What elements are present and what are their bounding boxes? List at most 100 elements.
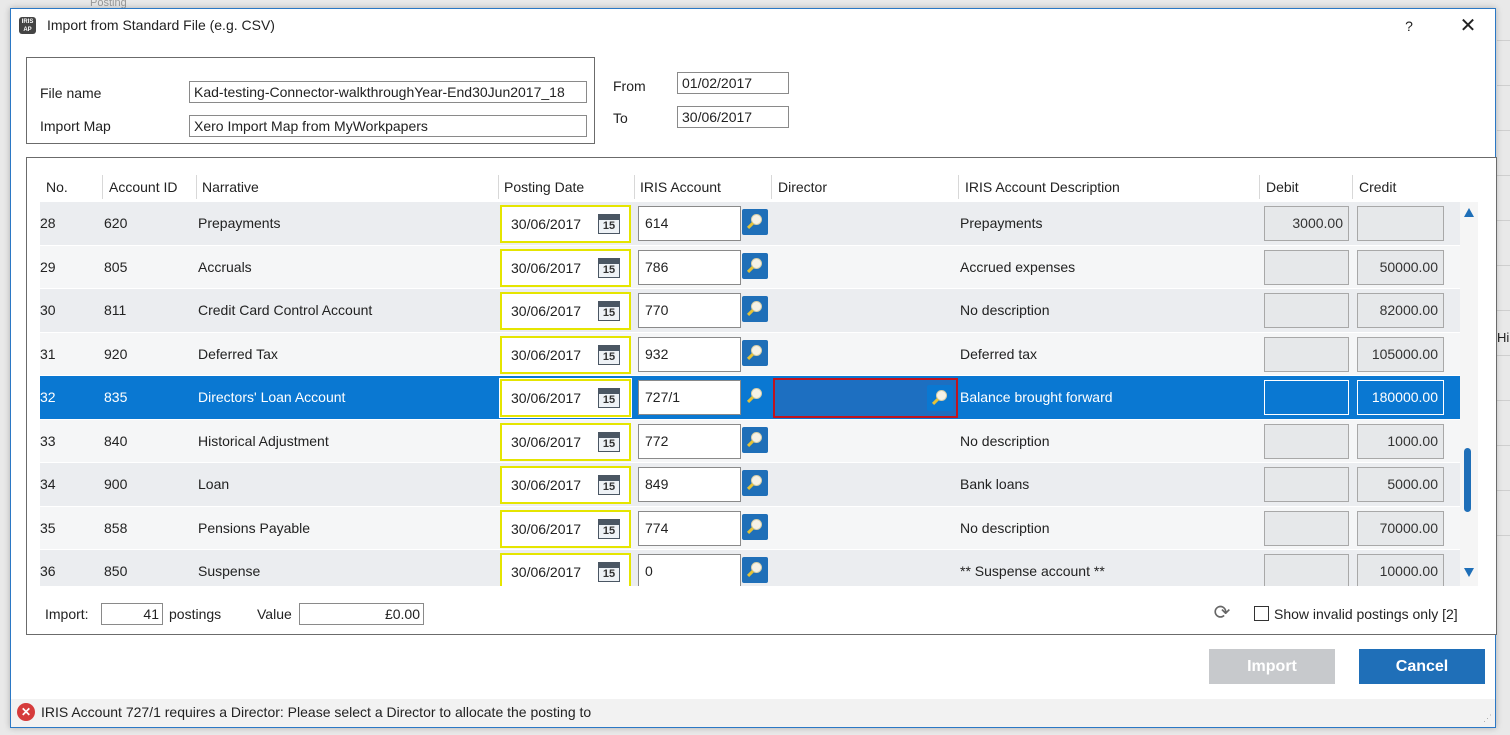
iris-account-field[interactable]: 772	[638, 423, 741, 459]
row-account-id: 858	[104, 519, 128, 536]
search-icon[interactable]	[742, 470, 768, 496]
row-account-id: 900	[104, 476, 128, 492]
row-account-id: 620	[104, 215, 128, 231]
debit-field[interactable]	[1264, 423, 1349, 459]
iris-account-field[interactable]: 849	[638, 467, 741, 502]
credit-field[interactable]: 10000.00	[1357, 554, 1444, 586]
debit-field[interactable]	[1264, 510, 1349, 546]
credit-field[interactable]	[1357, 206, 1444, 241]
posting-date-field[interactable]: 30/06/2017 15	[500, 292, 631, 330]
scroll-down-icon[interactable]	[1464, 568, 1474, 577]
import-button[interactable]: Import	[1209, 649, 1335, 684]
credit-field[interactable]: 50000.00	[1357, 249, 1444, 285]
row-account-id: 835	[104, 389, 128, 405]
table-row[interactable]: 34 900 Loan 30/06/2017 15 849 Bank loans …	[40, 463, 1460, 507]
iris-account-field[interactable]: 727/1	[638, 380, 741, 415]
table-row[interactable]: 28 620 Prepayments 30/06/2017 15 614 Prep…	[40, 202, 1460, 246]
calendar-icon[interactable]: 15	[598, 257, 620, 278]
credit-field[interactable]: 70000.00	[1357, 510, 1444, 546]
iris-account-field[interactable]: 774	[638, 510, 741, 546]
posting-date-field[interactable]: 30/06/2017 15	[500, 422, 631, 461]
close-button[interactable]: ✕	[1455, 13, 1481, 39]
row-no: 29	[40, 258, 56, 275]
table-row[interactable]: 29 805 Accruals 30/06/2017 15 786 Accrued…	[40, 245, 1460, 289]
col-iris-account-description[interactable]: IRIS Account Description	[965, 172, 1120, 202]
posting-date-field[interactable]: 30/06/2017 15	[500, 248, 631, 287]
credit-field[interactable]: 82000.00	[1357, 293, 1444, 328]
col-posting-date[interactable]: Posting Date	[504, 172, 584, 202]
iris-account-field[interactable]: 932	[638, 336, 741, 372]
file-details-box: File name Kad-testing-Connector-walkthro…	[26, 57, 595, 144]
debit-field[interactable]	[1264, 249, 1349, 285]
iris-account-field[interactable]: 770	[638, 293, 741, 328]
table-row[interactable]: 31 920 Deferred Tax 30/06/2017 15 932 Def…	[40, 332, 1460, 376]
col-iris-account[interactable]: IRIS Account	[640, 172, 721, 202]
credit-field[interactable]: 5000.00	[1357, 467, 1444, 502]
search-icon[interactable]	[742, 252, 768, 279]
calendar-icon[interactable]: 15	[598, 301, 620, 321]
refresh-icon[interactable]: ⟳	[1212, 603, 1232, 623]
calendar-icon[interactable]: 15	[598, 388, 620, 408]
table-row[interactable]: 35 858 Pensions Payable 30/06/2017 15 774…	[40, 506, 1460, 550]
col-narrative[interactable]: Narrative	[202, 172, 259, 202]
iris-account-field[interactable]: 786	[638, 249, 741, 285]
debit-field[interactable]	[1264, 336, 1349, 372]
search-icon[interactable]	[742, 557, 768, 583]
vertical-scrollbar[interactable]	[1460, 202, 1478, 586]
table-row-selected[interactable]: 32 835 Directors' Loan Account 30/06/201…	[40, 376, 1460, 420]
posting-date-field[interactable]: 30/06/2017 15	[500, 335, 631, 374]
search-icon[interactable]	[742, 296, 768, 322]
col-credit[interactable]: Credit	[1359, 172, 1396, 202]
director-search-icon[interactable]	[927, 385, 953, 411]
posting-date-field[interactable]: 30/06/2017 15	[500, 509, 631, 548]
table-row[interactable]: 33 840 Historical Adjustment 30/06/2017 1…	[40, 419, 1460, 463]
show-invalid-label[interactable]: Show invalid postings only [2]	[1274, 606, 1458, 622]
posting-date-field[interactable]: 30/06/2017 15	[500, 205, 631, 243]
row-description: ** Suspense account **	[960, 563, 1105, 579]
posting-date-field[interactable]: 30/06/2017 15	[499, 378, 632, 418]
calendar-icon[interactable]: 15	[598, 475, 620, 495]
table-row[interactable]: 30 811 Credit Card Control Account 30/06…	[40, 289, 1460, 333]
col-separator	[1259, 175, 1260, 199]
posting-date-field[interactable]: 30/06/2017 15	[500, 553, 631, 586]
iris-account-field[interactable]: 0	[638, 554, 741, 586]
col-director[interactable]: Director	[778, 172, 827, 202]
col-debit[interactable]: Debit	[1266, 172, 1299, 202]
to-date-field[interactable]: 30/06/2017	[677, 106, 789, 128]
credit-field[interactable]: 1000.00	[1357, 423, 1444, 459]
col-account-id[interactable]: Account ID	[109, 172, 177, 202]
cancel-button[interactable]: Cancel	[1359, 649, 1485, 684]
show-invalid-checkbox[interactable]	[1254, 606, 1269, 621]
help-button[interactable]: ?	[1399, 15, 1419, 37]
debit-field[interactable]	[1264, 467, 1349, 502]
iris-account-field[interactable]: 614	[638, 206, 741, 241]
credit-field[interactable]: 105000.00	[1357, 336, 1444, 372]
search-icon[interactable]	[742, 383, 768, 409]
resize-grip-icon[interactable]: ⋰	[1483, 713, 1492, 724]
calendar-icon[interactable]: 15	[598, 431, 620, 452]
scroll-up-icon[interactable]	[1464, 208, 1474, 217]
search-icon[interactable]	[742, 339, 768, 366]
debit-field[interactable]	[1264, 380, 1349, 415]
from-date-field[interactable]: 01/02/2017	[677, 72, 789, 94]
calendar-icon[interactable]: 15	[598, 518, 620, 539]
debit-field[interactable]	[1264, 554, 1349, 586]
debit-field[interactable]	[1264, 293, 1349, 328]
search-icon[interactable]	[742, 426, 768, 453]
calendar-icon[interactable]: 15	[598, 344, 620, 365]
posting-date-field[interactable]: 30/06/2017 15	[500, 466, 631, 504]
scroll-thumb[interactable]	[1464, 448, 1471, 512]
director-field-invalid[interactable]	[773, 378, 958, 418]
table-row[interactable]: 36 850 Suspense 30/06/2017 15 0 ** Suspen…	[40, 550, 1460, 586]
calendar-icon[interactable]: 15	[598, 214, 620, 234]
debit-field[interactable]: 3000.00	[1264, 206, 1349, 241]
postings-label: postings	[169, 606, 222, 622]
file-name-field[interactable]: Kad-testing-Connector-walkthroughYear-En…	[189, 81, 587, 103]
import-map-field[interactable]: Xero Import Map from MyWorkpapers	[189, 115, 587, 137]
col-no[interactable]: No.	[46, 172, 68, 202]
value-label: Value	[257, 606, 292, 622]
search-icon[interactable]	[742, 513, 768, 540]
search-icon[interactable]	[742, 209, 768, 235]
calendar-icon[interactable]: 15	[598, 562, 620, 582]
credit-field[interactable]: 180000.00	[1357, 380, 1444, 415]
